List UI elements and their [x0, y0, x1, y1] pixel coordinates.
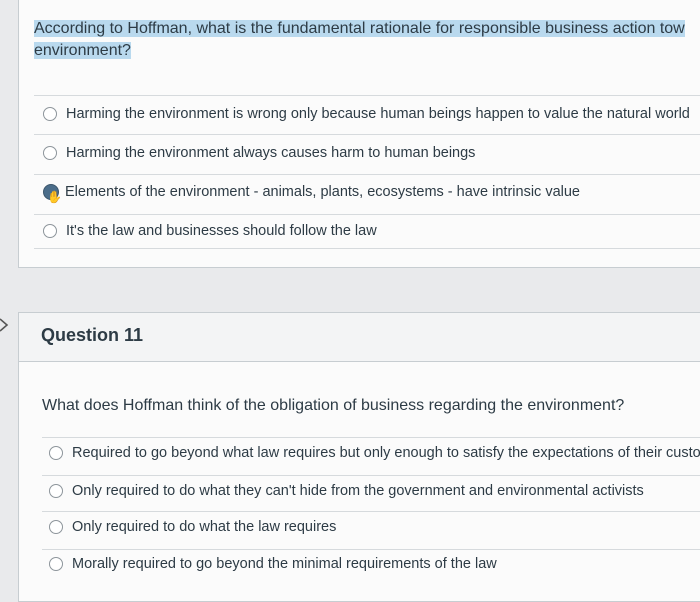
radio-button[interactable] — [43, 107, 57, 121]
q10-option-4[interactable]: It's the law and businesses should follo… — [43, 223, 377, 239]
radio-button[interactable] — [43, 224, 57, 238]
q10-option-1[interactable]: Harming the environment is wrong only be… — [43, 106, 690, 122]
q11-option-2[interactable]: Only required to do what they can't hide… — [49, 483, 644, 499]
divider — [34, 134, 700, 135]
divider — [34, 214, 700, 215]
divider — [34, 248, 700, 249]
q11-option-1[interactable]: Required to go beyond what law requires … — [49, 445, 700, 461]
divider — [42, 437, 700, 438]
q11-option-4[interactable]: Morally required to go beyond the minima… — [49, 556, 497, 572]
radio-button[interactable] — [49, 484, 63, 498]
divider — [42, 549, 700, 550]
question-11-card: Question 11 What does Hoffman think of t… — [18, 312, 700, 602]
option-label: Elements of the environment - animals, p… — [65, 184, 580, 200]
option-label: Only required to do what the law require… — [72, 519, 337, 535]
option-label: It's the law and businesses should follo… — [66, 223, 377, 239]
option-label: Morally required to go beyond the minima… — [72, 556, 497, 572]
radio-button[interactable] — [49, 446, 63, 460]
radio-button[interactable] — [49, 557, 63, 571]
question-10-text: According to Hoffman, what is the fundam… — [34, 18, 700, 62]
question-10-line1: According to Hoffman, what is the fundam… — [34, 20, 685, 37]
q10-option-3[interactable]: ✋ Elements of the environment - animals,… — [43, 184, 580, 204]
option-label: Only required to do what they can't hide… — [72, 483, 644, 499]
q11-option-3[interactable]: Only required to do what the law require… — [49, 519, 336, 535]
question-11-text: What does Hoffman think of the obligatio… — [42, 397, 625, 414]
divider — [34, 174, 700, 175]
q10-option-2[interactable]: Harming the environment always causes ha… — [43, 145, 475, 161]
option-label: Harming the environment always causes ha… — [66, 145, 476, 161]
chevron-right-icon[interactable] — [0, 318, 10, 332]
radio-button[interactable] — [49, 520, 63, 534]
question-header: Question 11 — [19, 313, 700, 362]
hand-pointer-icon: ✋ — [47, 190, 62, 204]
question-title: Question 11 — [41, 325, 144, 345]
question-10-line2: environment? — [34, 42, 131, 59]
divider — [42, 475, 700, 476]
radio-button[interactable] — [43, 146, 57, 160]
option-label: Required to go beyond what law requires … — [72, 445, 700, 461]
question-10-card: According to Hoffman, what is the fundam… — [18, 0, 700, 268]
divider — [42, 511, 700, 512]
radio-button-selected[interactable]: ✋ — [43, 184, 62, 204]
divider — [34, 95, 700, 96]
option-label: Harming the environment is wrong only be… — [66, 106, 690, 122]
